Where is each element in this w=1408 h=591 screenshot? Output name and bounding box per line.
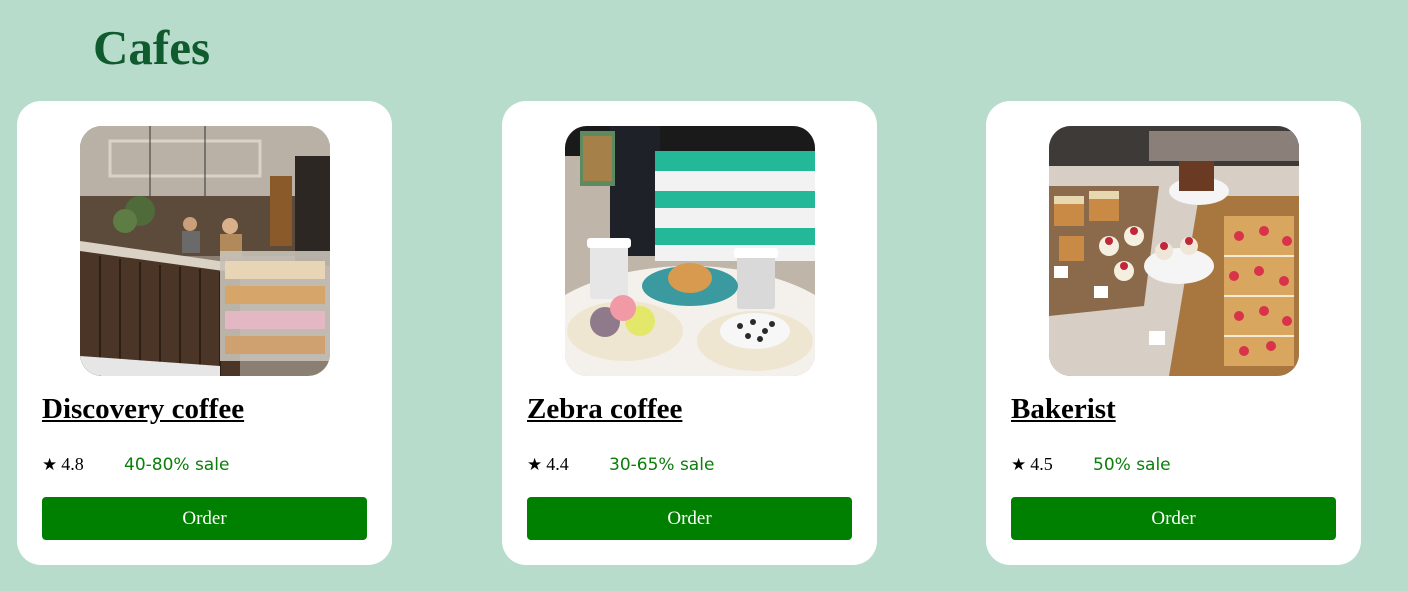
order-button[interactable]: Order [42,497,367,540]
rating-value: 4.5 [1030,454,1053,474]
bakery-display-image [1049,126,1299,376]
cafe-name-link[interactable]: Discovery coffee [42,393,244,426]
cafe-card-zebra-coffee: Zebra coffee ★ 4.4 30-65% sale Order [502,101,877,565]
star-icon: ★ [1011,455,1027,474]
cafe-photo [565,126,815,376]
star-icon: ★ [42,455,58,474]
cafe-card-discovery-coffee: Discovery coffee ★ 4.8 40-80% sale Order [17,101,392,565]
cafe-name-link[interactable]: Zebra coffee [527,393,682,426]
sale-text: 50% sale [1093,455,1171,475]
cafe-card-bakerist: Bakerist ★ 4.5 50% sale Order [986,101,1361,565]
page-title: Cafes [93,20,211,75]
cafe-photo [1049,126,1299,376]
order-button[interactable]: Order [527,497,852,540]
rating: ★ 4.4 [527,454,569,475]
rating-value: 4.8 [61,454,84,474]
cafe-photo [80,126,330,376]
sale-text: 40-80% sale [124,455,230,475]
coffee-desserts-image [565,126,815,376]
cafe-name-link[interactable]: Bakerist [1011,393,1116,426]
rating: ★ 4.8 [42,454,84,475]
rating: ★ 4.5 [1011,454,1053,475]
order-button[interactable]: Order [1011,497,1336,540]
rating-value: 4.4 [546,454,569,474]
star-icon: ★ [527,455,543,474]
sale-text: 30-65% sale [609,455,715,475]
cafe-interior-image [80,126,330,376]
